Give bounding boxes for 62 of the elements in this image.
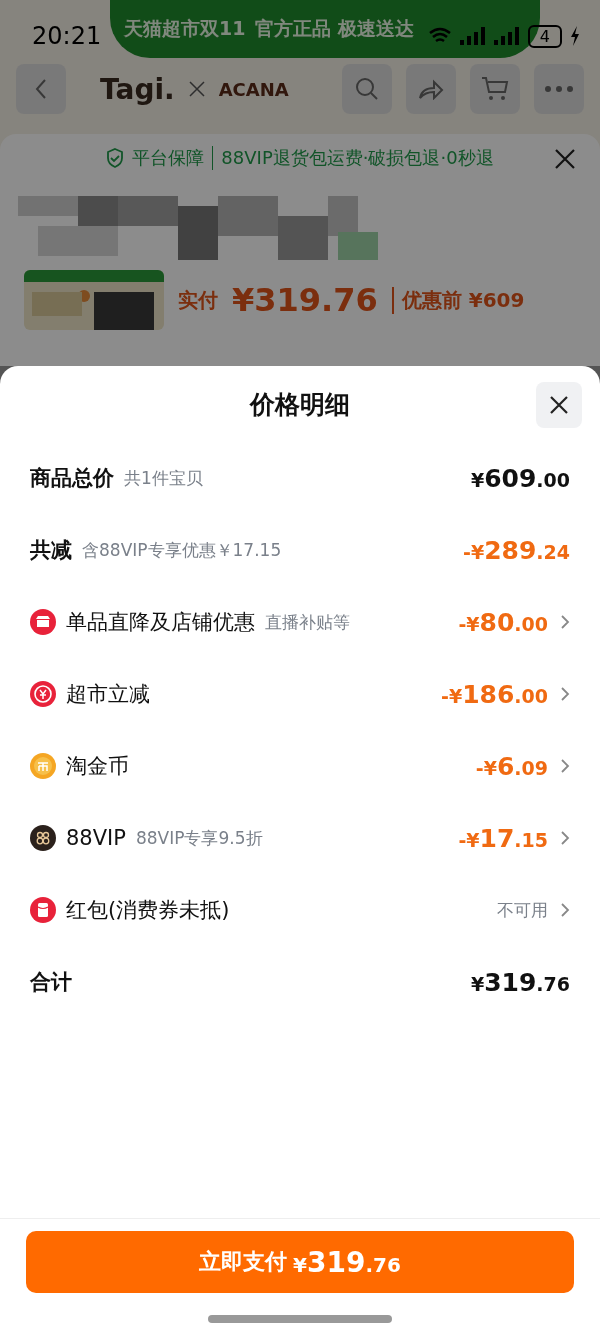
charging-icon — [570, 26, 580, 46]
paid-label: 实付 — [178, 286, 218, 314]
share-icon — [418, 78, 444, 100]
search-button[interactable] — [342, 64, 392, 114]
yuan-icon — [30, 681, 56, 707]
share-button[interactable] — [406, 64, 456, 114]
battery-level: 4 — [527, 24, 562, 48]
panel-title: 价格明细 — [250, 388, 350, 421]
more-button[interactable] — [534, 64, 584, 114]
banner-title: 天猫超市双11 — [124, 16, 246, 41]
envelope-icon — [30, 897, 56, 923]
pay-now-button[interactable]: 立即支付 ¥319.76 — [26, 1231, 574, 1293]
original-price: 优惠前 ¥609 — [391, 286, 525, 314]
chevron-right-icon — [560, 830, 570, 846]
guarantee-label: 平台保障 — [132, 146, 205, 170]
signal-icon — [459, 27, 486, 45]
row-label: 淘金币 — [66, 753, 129, 780]
coin-icon — [30, 753, 56, 779]
chevron-right-icon — [560, 686, 570, 702]
wifi-icon — [427, 27, 452, 45]
chevron-left-icon — [34, 78, 48, 100]
shield-icon — [106, 148, 125, 168]
row-status: 不可用 — [497, 898, 548, 922]
cart-button[interactable] — [470, 64, 520, 114]
back-button[interactable] — [16, 64, 66, 114]
chevron-right-icon — [560, 902, 570, 918]
store-icon — [30, 609, 56, 635]
cart-icon — [481, 76, 509, 102]
signal-icon — [493, 27, 520, 45]
vip-icon — [30, 825, 56, 851]
row-amount: ¥319.76 — [470, 967, 570, 997]
status-time: 20:21 — [32, 22, 102, 50]
close-button[interactable] — [536, 382, 582, 428]
row-note: 共1件宝贝 — [124, 466, 203, 490]
cross-icon — [188, 81, 205, 97]
row-amount: ¥609.00 — [470, 463, 570, 493]
row-amount: -¥6.09 — [475, 751, 548, 781]
close-icon[interactable] — [554, 148, 576, 170]
row-label: 超市立减 — [66, 681, 150, 708]
row-amount: -¥186.00 — [441, 679, 548, 709]
row-label: 共减 — [30, 537, 72, 564]
row-note: 含88VIP专享优惠￥17.15 — [82, 538, 282, 562]
row-amount: -¥289.24 — [463, 535, 570, 565]
search-icon — [354, 76, 380, 102]
row-amount: -¥80.00 — [458, 607, 548, 637]
row-label: 合计 — [30, 969, 72, 996]
banner-slogan: 官方正品 极速送达 — [255, 16, 415, 41]
guarantee-text: 88VIP退货包运费·破损包退·0秒退 — [212, 146, 494, 170]
brand-logo: Tagi. — [100, 72, 175, 106]
chevron-right-icon — [560, 758, 570, 774]
row-note: 直播补贴等 — [265, 610, 350, 634]
paid-amount: ¥319.76 — [232, 281, 378, 319]
row-label: 88VIP — [66, 826, 126, 850]
row-amount: -¥17.15 — [458, 823, 548, 853]
row-label: 红包(消费券未抵) — [66, 897, 230, 924]
close-icon — [549, 395, 569, 415]
row-label: 单品直降及店铺优惠 — [66, 609, 255, 636]
chevron-right-icon — [560, 614, 570, 630]
row-note: 88VIP专享9.5折 — [135, 826, 263, 850]
more-icon — [545, 86, 573, 92]
row-label: 商品总价 — [30, 465, 114, 492]
partner-logo: ACANA — [218, 78, 289, 100]
